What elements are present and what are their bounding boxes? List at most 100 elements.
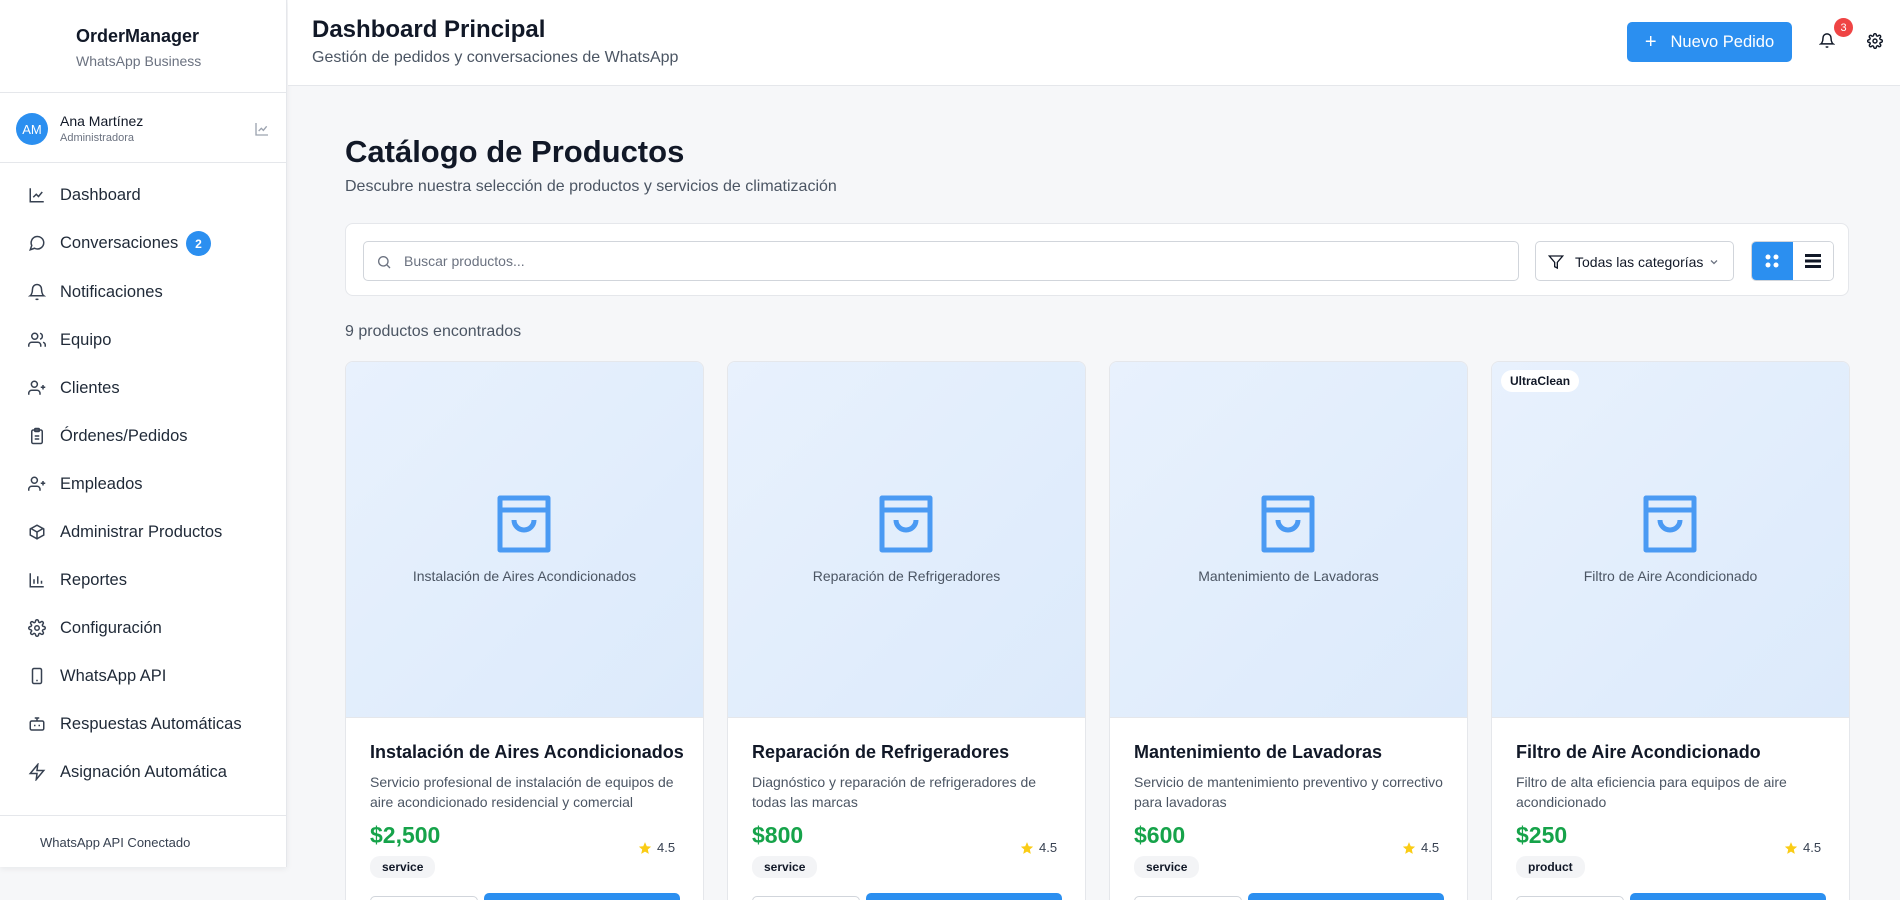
- category-select[interactable]: Todas las categorías: [1535, 241, 1734, 281]
- list-icon: [1805, 254, 1821, 268]
- users-icon: [28, 332, 46, 347]
- brand-badge: UltraClean: [1501, 370, 1580, 392]
- product-rating: 4.5: [1784, 840, 1821, 855]
- new-order-button[interactable]: + Nuevo Pedido: [1627, 22, 1792, 62]
- sidebar-item-asignacion-automatica[interactable]: Asignación Automática: [0, 754, 286, 790]
- gear-icon: [28, 619, 46, 637]
- sidebar-item-label: Equipo: [60, 331, 112, 349]
- product-image: Mantenimiento de Lavadoras: [1110, 362, 1467, 718]
- shopping-bag-icon: [497, 495, 551, 553]
- view-details-button[interactable]: [752, 896, 860, 900]
- view-details-button[interactable]: [1134, 896, 1242, 900]
- product-image: Instalación de Aires Acondicionados: [346, 362, 703, 718]
- product-image: Reparación de Refrigeradores: [728, 362, 1085, 718]
- shopping-bag-icon: [879, 495, 933, 553]
- gear-icon[interactable]: [1867, 33, 1883, 49]
- sidebar-item-label: Notificaciones: [60, 283, 163, 301]
- clipboard-icon: [31, 427, 43, 445]
- bell-icon[interactable]: [1819, 32, 1835, 49]
- user-profile[interactable]: AM Ana Martínez Administradora: [0, 93, 286, 163]
- rating-value: 4.5: [657, 840, 676, 855]
- package-icon: [29, 524, 45, 540]
- unread-badge: 2: [186, 231, 211, 256]
- rating-value: 4.5: [1421, 840, 1440, 855]
- sidebar-item-conversaciones[interactable]: Conversaciones 2: [0, 225, 286, 261]
- rating-value: 4.5: [1803, 840, 1822, 855]
- category-select-value: Todas las categorías: [1575, 254, 1704, 270]
- notification-count-badge: 3: [1834, 18, 1853, 37]
- sidebar-item-ordenes[interactable]: Órdenes/Pedidos: [0, 418, 286, 454]
- sidebar-item-label: Administrar Productos: [60, 523, 223, 541]
- product-image-caption: Reparación de Refrigeradores: [812, 568, 1001, 584]
- product-image-caption: Instalación de Aires Acondicionados: [412, 568, 637, 584]
- search-icon: [378, 255, 391, 269]
- user-plus-icon: [28, 476, 46, 491]
- sidebar-item-label: Clientes: [60, 379, 120, 397]
- product-rating: 4.5: [1020, 840, 1057, 855]
- sidebar: OrderManager WhatsApp Business AM Ana Ma…: [0, 0, 287, 867]
- sidebar-item-whatsapp-api[interactable]: WhatsApp API: [0, 658, 286, 694]
- top-header: Dashboard Principal Gestión de pedidos y…: [288, 0, 1900, 86]
- connection-status-text: WhatsApp API Conectado: [40, 835, 191, 850]
- add-to-order-button[interactable]: [484, 893, 680, 900]
- product-image: UltraClean Filtro de Aire Acondicionado: [1492, 362, 1849, 718]
- product-name: Reparación de Refrigeradores: [752, 742, 1010, 762]
- catalog-toolbar: Todas las categorías: [345, 223, 1849, 296]
- chart-line-icon[interactable]: [254, 121, 270, 137]
- sidebar-item-dashboard[interactable]: Dashboard: [0, 177, 286, 213]
- brand: OrderManager WhatsApp Business: [0, 0, 286, 93]
- add-to-order-button[interactable]: [1248, 893, 1444, 900]
- sidebar-item-notificaciones[interactable]: Notificaciones: [0, 274, 286, 310]
- view-details-button[interactable]: [370, 896, 478, 900]
- product-type-tag: product: [1516, 856, 1585, 878]
- product-card[interactable]: Reparación de Refrigeradores Reparación …: [727, 361, 1086, 900]
- zap-icon: [28, 763, 46, 781]
- view-details-button[interactable]: [1516, 896, 1624, 900]
- sidebar-item-clientes[interactable]: Clientes: [0, 370, 286, 406]
- product-card[interactable]: UltraClean Filtro de Aire Acondicionado …: [1491, 361, 1850, 900]
- page-subtitle: Gestión de pedidos y conversaciones de W…: [312, 49, 679, 66]
- product-type-tag: service: [370, 856, 436, 878]
- product-rating: 4.5: [1402, 840, 1439, 855]
- shopping-bag-icon: [1261, 495, 1315, 553]
- sidebar-item-label: WhatsApp API: [60, 667, 167, 685]
- results-count: 9 productos encontrados: [345, 323, 522, 340]
- user-name: Ana Martínez: [60, 113, 144, 129]
- product-image-caption: Filtro de Aire Acondicionado: [1583, 568, 1758, 584]
- sidebar-item-empleados[interactable]: Empleados: [0, 466, 286, 502]
- sidebar-item-label: Configuración: [60, 619, 162, 637]
- chart-line-icon: [29, 188, 44, 203]
- product-description: Diagnóstico y reparación de refrigerador…: [752, 774, 1037, 810]
- search-input[interactable]: [404, 242, 1504, 280]
- star-icon: [638, 841, 652, 854]
- shopping-bag-icon: [1643, 495, 1697, 553]
- view-toggle: [1751, 241, 1834, 281]
- product-price: $800: [752, 822, 804, 848]
- add-to-order-button[interactable]: [866, 893, 1062, 900]
- product-card[interactable]: Instalación de Aires Acondicionados Inst…: [345, 361, 704, 900]
- sidebar-item-equipo[interactable]: Equipo: [0, 322, 286, 358]
- sidebar-item-respuestas-automaticas[interactable]: Respuestas Automáticas: [0, 706, 286, 742]
- sidebar-item-label: Reportes: [60, 571, 127, 589]
- brand-subtitle: WhatsApp Business: [76, 53, 202, 69]
- sidebar-item-configuracion[interactable]: Configuración: [0, 610, 286, 646]
- star-icon: [1784, 841, 1798, 854]
- connection-status: WhatsApp API Conectado: [0, 815, 286, 867]
- star-icon: [1020, 841, 1034, 854]
- sidebar-item-reportes[interactable]: Reportes: [0, 562, 286, 598]
- grid-view-button[interactable]: [1752, 242, 1793, 280]
- message-icon: [29, 235, 45, 251]
- user-plus-icon: [28, 380, 46, 395]
- product-image-caption: Mantenimiento de Lavadoras: [1198, 568, 1379, 584]
- bot-icon: [29, 717, 45, 731]
- product-type-tag: service: [752, 856, 818, 878]
- product-rating: 4.5: [638, 840, 675, 855]
- list-view-button[interactable]: [1793, 242, 1833, 280]
- product-price: $250: [1516, 822, 1568, 848]
- product-description: Servicio de mantenimiento preventivo y c…: [1134, 774, 1443, 810]
- add-to-order-button[interactable]: [1630, 893, 1826, 900]
- user-role: Administradora: [60, 132, 134, 144]
- product-card[interactable]: Mantenimiento de Lavadoras Mantenimiento…: [1109, 361, 1468, 900]
- sidebar-item-administrar-productos[interactable]: Administrar Productos: [0, 514, 286, 550]
- avatar: AM: [16, 113, 48, 145]
